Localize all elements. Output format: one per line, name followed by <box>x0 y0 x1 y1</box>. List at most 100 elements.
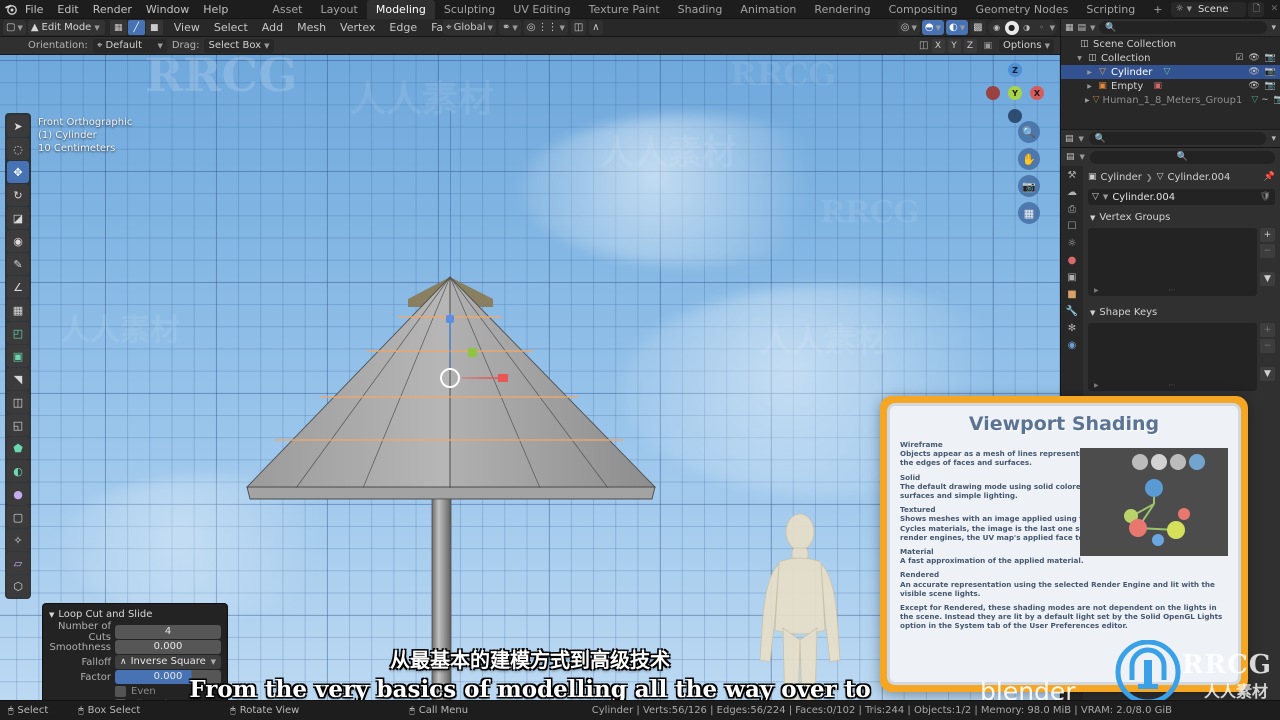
transform-tool-button[interactable]: ◉ <box>7 230 29 252</box>
mirror-x-button[interactable]: X <box>931 38 945 53</box>
gizmo-axis-x[interactable]: X <box>1030 86 1044 100</box>
expand-arrow[interactable]: ▶ <box>1085 83 1094 90</box>
panel-header-vertex-groups[interactable]: ▼ Vertex Groups <box>1088 210 1275 225</box>
tab-add-workspace[interactable]: + <box>1144 0 1171 19</box>
properties-search-input[interactable]: 🔍 <box>1089 150 1275 164</box>
visibility-selector-button[interactable]: ◎ ▼ <box>897 20 920 35</box>
extrude-region-tool-button[interactable]: ◰ <box>7 322 29 344</box>
falloff-curve-icon-button[interactable]: ∧ <box>589 20 603 35</box>
measure-tool-button[interactable]: ∠ <box>7 276 29 298</box>
tab-modeling[interactable]: Modeling <box>366 0 435 19</box>
view-layer-tab-icon[interactable]: ☐ <box>1068 221 1077 232</box>
knife-tool-button[interactable]: ◱ <box>7 414 29 436</box>
resize-grip[interactable]: ⋯ <box>1169 286 1177 294</box>
eye-closed-icon[interactable]: ∼ <box>1261 95 1269 105</box>
gizmo-axis-neg-x[interactable] <box>986 86 1000 100</box>
viewport-menu-select[interactable]: Select <box>208 20 254 35</box>
xray-toggle-button[interactable]: ◓ ▼ <box>921 20 945 35</box>
eye-icon[interactable]: 👁 <box>1248 67 1259 77</box>
modifier-tab-icon[interactable]: 🔧 <box>1066 306 1078 317</box>
breadcrumb-data[interactable]: Cylinder.004 <box>1168 172 1231 183</box>
display-mode-icon[interactable]: ▤ <box>1065 134 1074 144</box>
menu-file[interactable]: File <box>18 1 50 18</box>
viewport-menu-view[interactable]: View <box>168 20 206 35</box>
rendered-shading-button[interactable]: ◦ <box>1035 21 1049 35</box>
outliner-editor[interactable]: ▦ ▤ ▼ 🔍 ▾ ◫ Scene Collection ▼ ◫ Collect… <box>1060 19 1280 147</box>
grid-ortho-icon[interactable]: ▦ <box>1018 202 1040 224</box>
spin-tool-button[interactable]: ◐ <box>7 460 29 482</box>
blender-logo-icon[interactable] <box>4 2 18 17</box>
proportional-edit-button[interactable]: ◎ ⋮⋮ ▼ <box>523 20 568 35</box>
add-cube-tool-button[interactable]: ▦ <box>7 299 29 321</box>
orientation-dropdown[interactable]: ⌖ Default ▼ <box>92 38 167 53</box>
navigation-axis-gizmo[interactable]: Z Y X <box>986 63 1044 123</box>
scene-selector[interactable]: ☼ ▼ Scene <box>1171 1 1247 17</box>
viewport-menu-add[interactable]: Add <box>256 20 289 35</box>
filter-icon[interactable]: ▾ <box>1271 23 1276 33</box>
tab-texture-paint[interactable]: Texture Paint <box>580 0 669 19</box>
tab-shading[interactable]: Shading <box>669 0 732 19</box>
pan-hand-icon[interactable]: ✋ <box>1018 148 1040 170</box>
poly-build-tool-button[interactable]: ⬟ <box>7 437 29 459</box>
tab-compositing[interactable]: Compositing <box>880 0 967 19</box>
edge-select-mode-button[interactable]: ╱ <box>127 20 145 35</box>
vertex-group-specials-button[interactable]: ▼ <box>1260 272 1275 286</box>
face-select-mode-button[interactable]: ■ <box>145 20 163 35</box>
output-tab-icon[interactable]: ⎙ <box>1068 204 1076 215</box>
eye-icon[interactable]: 👁 <box>1248 53 1259 63</box>
smooth-tool-button[interactable]: ● <box>7 483 29 505</box>
expand-arrow[interactable]: ▶ <box>1085 97 1090 104</box>
even-checkbox[interactable]: ✓ <box>115 686 126 697</box>
scale-tool-button[interactable]: ◪ <box>7 207 29 229</box>
eye-icon[interactable]: 👁 <box>1248 81 1259 91</box>
outliner-row-scene-collection[interactable]: ◫ Scene Collection <box>1061 37 1280 51</box>
number-of-cuts-value[interactable]: 4 <box>115 625 221 639</box>
camera-icon[interactable]: 📷 <box>1018 175 1040 197</box>
particles-tab-icon[interactable]: ✻ <box>1068 323 1076 334</box>
viewport-menu-vertex[interactable]: Vertex <box>334 20 381 35</box>
new-scene-button[interactable]: 🗋 <box>1248 1 1265 17</box>
outliner-row-empty[interactable]: ▶ ▣ Empty ▣ 👁 📷 <box>1061 79 1280 93</box>
vertex-select-mode-button[interactable]: ▦ <box>109 20 127 35</box>
shear-tool-button[interactable]: ✧ <box>7 529 29 551</box>
shape-keys-list[interactable]: ▶ ⋯ <box>1088 323 1257 391</box>
mirror-y-button[interactable]: Y <box>947 38 961 53</box>
select-box-tool-button[interactable]: ◌ <box>7 138 29 160</box>
remove-vertex-group-button[interactable]: − <box>1260 244 1275 258</box>
solid-shading-button[interactable]: ● <box>1004 20 1019 35</box>
field-factor[interactable]: Factor 0.000 <box>49 670 221 684</box>
outliner-row-collection[interactable]: ▼ ◫ Collection ☑ 👁 📷 <box>1061 51 1280 65</box>
smoothness-value[interactable]: 0.000 <box>115 640 221 654</box>
mirror-z-button[interactable]: Z <box>963 38 977 53</box>
gizmo-axis-z[interactable]: Z <box>1008 63 1022 77</box>
editor-type-icon[interactable]: ▤ <box>1066 152 1075 162</box>
operator-redo-panel[interactable]: ▼ Loop Cut and Slide Number of Cuts 4 Sm… <box>42 603 228 700</box>
unlink-scene-button[interactable]: ✕ <box>1266 2 1280 17</box>
tab-animation[interactable]: Animation <box>731 0 805 19</box>
editor-type-icon[interactable]: ▦ <box>1065 23 1074 33</box>
shield-icon[interactable]: 🛡 <box>1260 192 1271 202</box>
inset-faces-tool-button[interactable]: ▣ <box>7 345 29 367</box>
viewport-menu-edge[interactable]: Edge <box>383 20 423 35</box>
tab-rendering[interactable]: Rendering <box>805 0 879 19</box>
tab-scripting[interactable]: Scripting <box>1077 0 1144 19</box>
add-shape-key-button[interactable]: + <box>1260 323 1275 337</box>
datablock-name-field[interactable]: ▽ ▼ Cylinder.004 🛡 <box>1088 189 1275 205</box>
falloff-dropdown[interactable]: ∧ Inverse Square ▼ <box>115 655 221 669</box>
gizmo-z-handle[interactable] <box>446 315 454 323</box>
camera-icon[interactable]: 📷 <box>1265 67 1276 77</box>
shrink-fatten-tool-button[interactable]: ▢ <box>7 506 29 528</box>
object-data-tab-icon[interactable]: ◉ <box>1068 340 1077 351</box>
factor-value[interactable]: 0.000 <box>115 670 221 684</box>
checkbox-even[interactable]: ✓ Even <box>115 686 221 697</box>
zoom-icon[interactable]: 🔍 <box>1018 121 1040 143</box>
render-tab-icon[interactable]: ☁ <box>1067 187 1077 198</box>
breadcrumb-object[interactable]: Cylinder <box>1101 172 1142 183</box>
add-vertex-group-button[interactable]: + <box>1260 228 1275 242</box>
tab-layout[interactable]: Layout <box>311 0 366 19</box>
field-smoothness[interactable]: Smoothness 0.000 <box>49 640 221 654</box>
overlays-toggle-button[interactable]: ◐ ▼ <box>946 20 969 35</box>
object-tab-icon[interactable]: ▣ <box>1067 272 1076 283</box>
field-number-of-cuts[interactable]: Number of Cuts 4 <box>49 621 221 643</box>
options-dropdown[interactable]: Options ▼ <box>999 38 1054 53</box>
